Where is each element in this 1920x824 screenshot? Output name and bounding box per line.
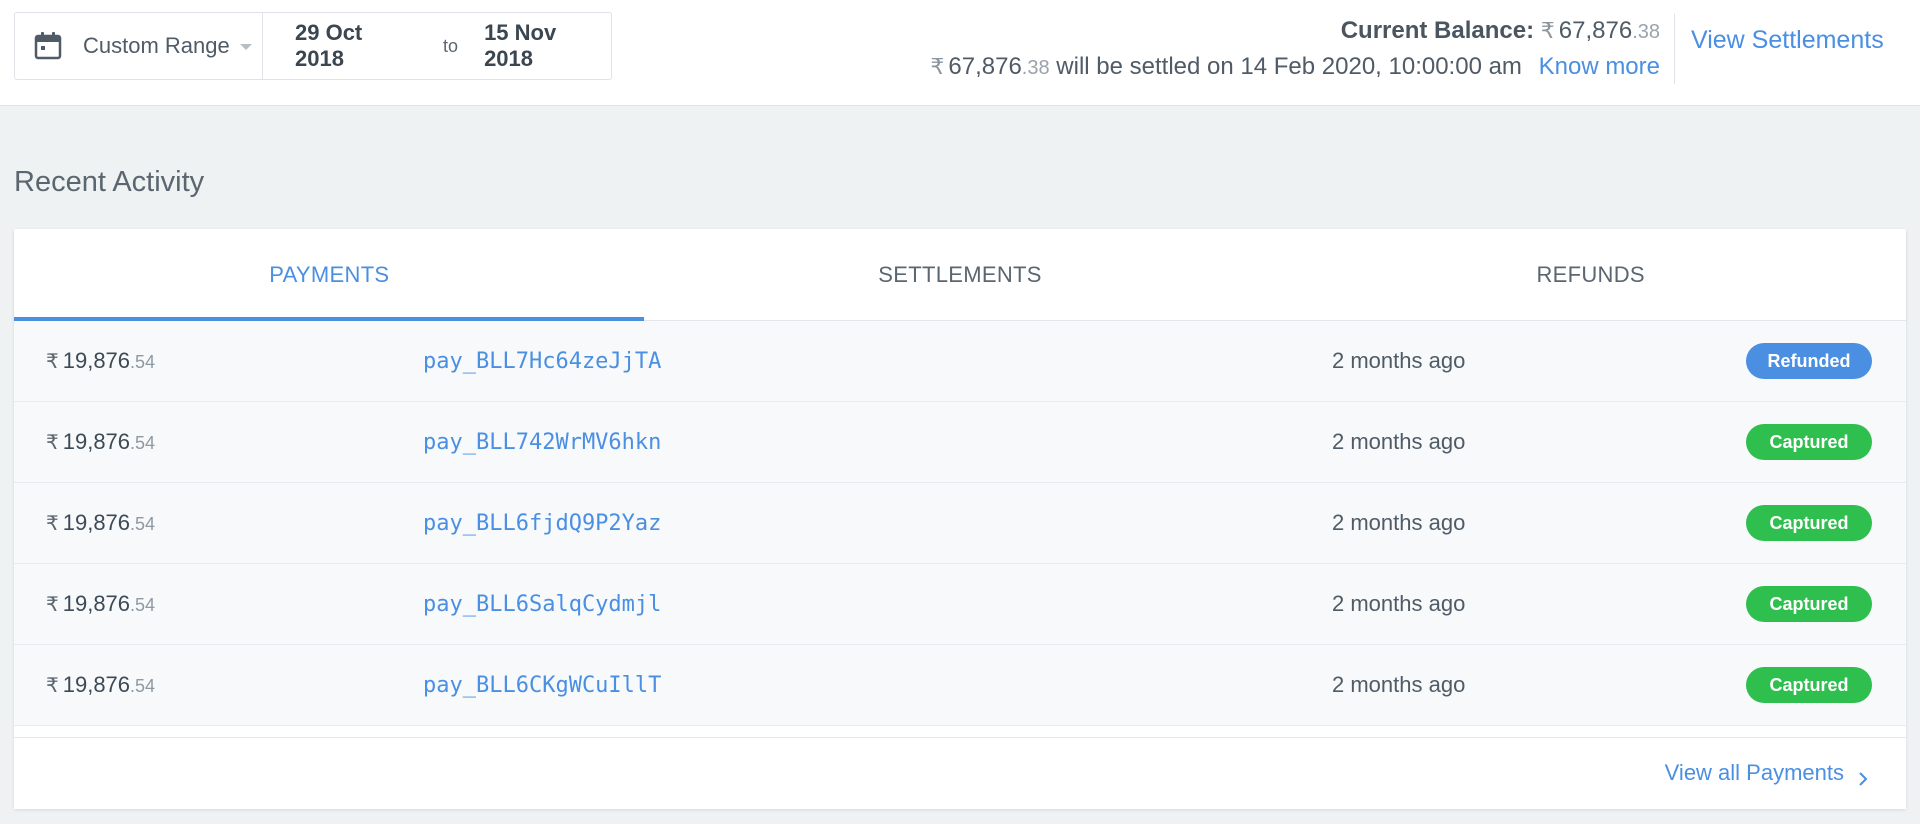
view-all-label: View all Payments [1664, 760, 1844, 785]
payment-time: 2 months ago [1332, 672, 1466, 697]
payment-amount: ₹19,876.54 [46, 429, 155, 455]
amount-main: 19,876 [62, 429, 131, 454]
payment-amount: ₹19,876.54 [46, 672, 155, 698]
amount-main: 19,876 [62, 672, 131, 697]
balance-paise: .38 [1632, 21, 1660, 43]
rupee-icon: ₹ [46, 432, 59, 454]
payment-amount: ₹19,876.54 [46, 591, 155, 617]
know-more-link[interactable]: Know more [1539, 53, 1660, 80]
amount-paise: .54 [130, 514, 156, 534]
chevron-right-icon [1856, 766, 1870, 786]
settle-amount: 67,876 [948, 53, 1022, 80]
payment-id-link[interactable]: pay_BLL6CKgWCuIllT [423, 673, 661, 698]
top-bar: Custom Range 29 Oct 2018 to 15 Nov 2018 … [0, 0, 1920, 106]
payment-time: 2 months ago [1332, 429, 1466, 454]
table-row[interactable]: ₹19,876.54 pay_BLL6CKgWCuIllT 2 months a… [14, 645, 1906, 726]
amount-paise: .54 [130, 676, 156, 696]
amount-paise: .54 [130, 595, 156, 615]
calendar-icon [33, 31, 63, 61]
caret-down-icon [239, 44, 252, 50]
amount-paise: .54 [130, 433, 156, 453]
date-to: 15 Nov 2018 [484, 20, 557, 71]
amount-main: 19,876 [62, 348, 131, 373]
status-badge: Captured [1746, 586, 1872, 622]
status-badge: Refunded [1746, 343, 1872, 379]
payment-id-link[interactable]: pay_BLL7Hc64zeJjTA [423, 349, 661, 374]
payment-id-link[interactable]: pay_BLL6fjdQ9P2Yaz [423, 511, 661, 536]
range-preset-dropdown[interactable]: Custom Range [15, 13, 263, 79]
amount-main: 19,876 [62, 591, 131, 616]
rupee-icon: ₹ [46, 513, 59, 535]
date-range-picker: Custom Range 29 Oct 2018 to 15 Nov 2018 [14, 12, 612, 80]
rupee-icon: ₹ [46, 594, 59, 616]
status-badge: Captured [1746, 505, 1872, 541]
payment-amount: ₹19,876.54 [46, 348, 155, 374]
payment-time: 2 months ago [1332, 591, 1466, 616]
balance-summary: Current Balance: ₹67,876.38 ₹67,876.38 w… [930, 14, 1660, 86]
tab-payments[interactable]: PAYMENTS [14, 229, 645, 320]
payment-id-link[interactable]: pay_BLL742WrMV6hkn [423, 430, 661, 455]
status-badge: Captured [1746, 424, 1872, 460]
tab-refunds[interactable]: REFUNDS [1275, 229, 1906, 320]
view-all-payments-link[interactable]: View all Payments [1665, 760, 1870, 786]
date-separator: to [443, 35, 459, 56]
table-row[interactable]: ₹19,876.54 pay_BLL742WrMV6hkn 2 months a… [14, 402, 1906, 483]
current-balance-label: Current Balance: [1340, 17, 1535, 44]
rupee-icon: ₹ [46, 675, 59, 697]
settlement-info: ₹67,876.38 will be settled on 14 Feb 202… [930, 49, 1660, 86]
amount-paise: .54 [130, 352, 156, 372]
rupee-icon: ₹ [46, 351, 59, 373]
table-row[interactable]: ₹19,876.54 pay_BLL6SalqCydmjl 2 months a… [14, 564, 1906, 645]
settle-paise: .38 [1021, 57, 1050, 79]
recent-activity-card: PAYMENTS SETTLEMENTS REFUNDS ₹19,876.54 … [14, 229, 1906, 809]
current-balance: Current Balance: ₹67,876.38 [930, 14, 1660, 49]
status-badge: Captured [1746, 667, 1872, 703]
date-from: 29 Oct 2018 [295, 20, 363, 71]
rupee-icon: ₹ [930, 54, 945, 79]
payments-list: ₹19,876.54 pay_BLL7Hc64zeJjTA 2 months a… [14, 321, 1906, 726]
table-row[interactable]: ₹19,876.54 pay_BLL6fjdQ9P2Yaz 2 months a… [14, 483, 1906, 564]
settle-text: will be settled on 14 Feb 2020, 10:00:00… [1056, 53, 1522, 80]
payment-time: 2 months ago [1332, 510, 1466, 535]
activity-tabs: PAYMENTS SETTLEMENTS REFUNDS [14, 229, 1906, 321]
range-preset-label: Custom Range [83, 33, 230, 58]
payment-id-link[interactable]: pay_BLL6SalqCydmjl [423, 592, 661, 617]
rupee-icon: ₹ [1540, 18, 1555, 43]
range-dates[interactable]: 29 Oct 2018 to 15 Nov 2018 [263, 20, 611, 72]
divider [1674, 14, 1675, 84]
tab-settlements[interactable]: SETTLEMENTS [645, 229, 1276, 320]
payment-amount: ₹19,876.54 [46, 510, 155, 536]
view-settlements-link[interactable]: View Settlements [1691, 26, 1884, 55]
section-title: Recent Activity [14, 166, 205, 198]
payment-time: 2 months ago [1332, 348, 1466, 373]
balance-amount: 67,876 [1558, 17, 1633, 44]
table-row[interactable]: ₹19,876.54 pay_BLL7Hc64zeJjTA 2 months a… [14, 321, 1906, 402]
amount-main: 19,876 [62, 510, 131, 535]
card-footer: View all Payments [14, 737, 1906, 809]
